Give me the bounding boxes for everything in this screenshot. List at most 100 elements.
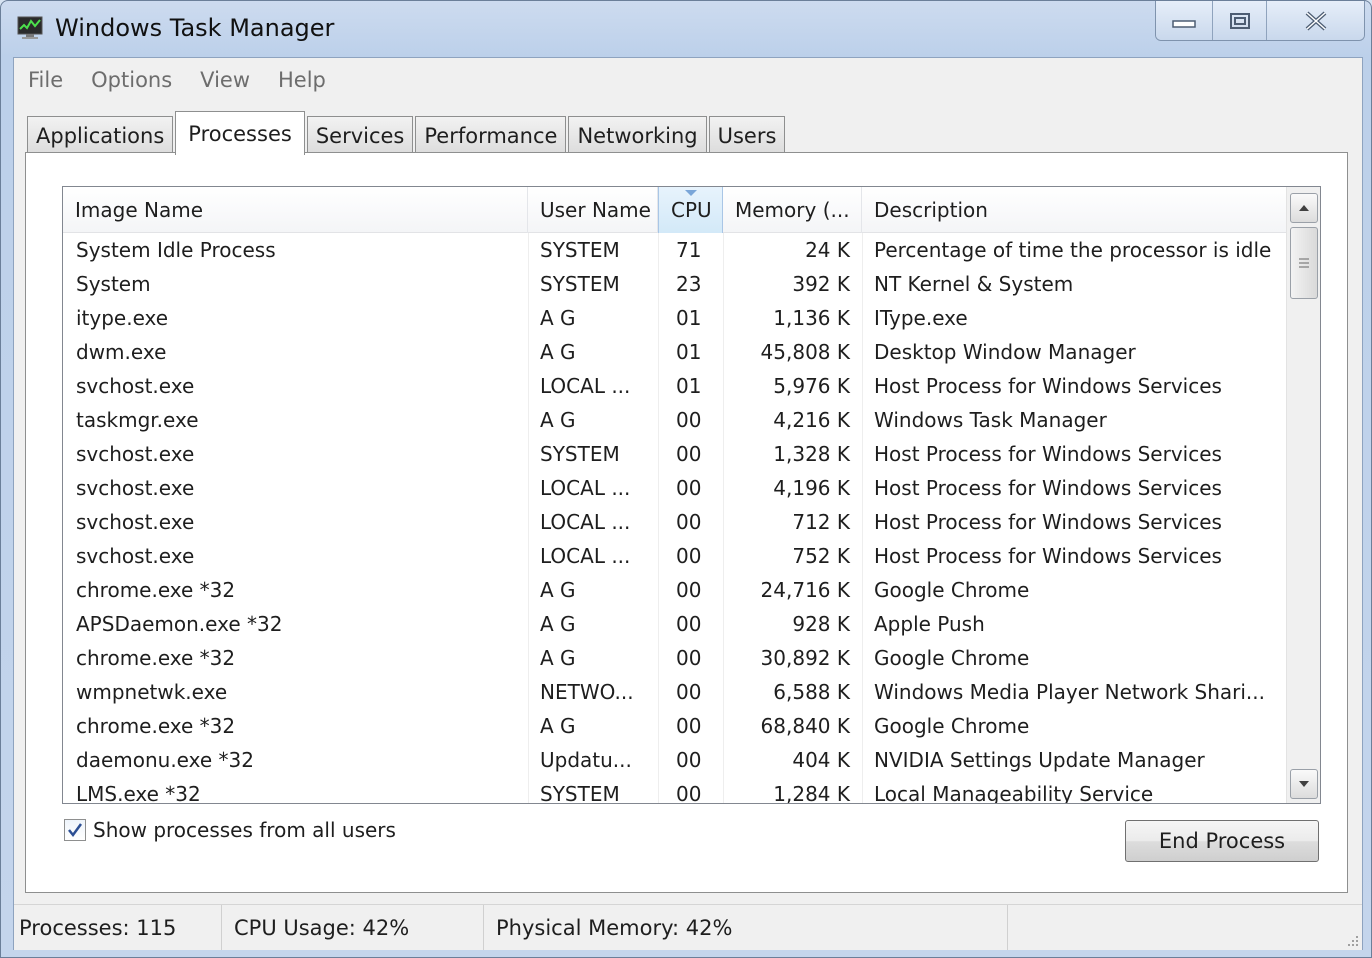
process-cpu: 00 <box>676 748 702 772</box>
process-description: Host Process for Windows Services <box>874 544 1222 568</box>
show-all-users-label: Show processes from all users <box>93 818 396 842</box>
show-all-users-checkbox[interactable] <box>64 819 86 841</box>
tab-networking[interactable]: Networking <box>568 116 707 154</box>
status-cpu-usage: CPU Usage: 42% <box>222 905 484 950</box>
resize-grip-icon[interactable] <box>1345 933 1359 947</box>
process-cpu: 00 <box>676 476 702 500</box>
tab-processes[interactable]: Processes <box>175 111 305 155</box>
process-image-name: taskmgr.exe <box>76 408 199 432</box>
vertical-scrollbar[interactable] <box>1286 187 1320 803</box>
process-user-name: LOCAL ... <box>540 374 631 398</box>
process-memory: 4,216 K <box>773 408 850 432</box>
process-image-name: dwm.exe <box>76 340 167 364</box>
process-description: Local Manageability Service <box>874 782 1154 804</box>
minimize-button[interactable] <box>1156 1 1213 40</box>
process-memory: 6,588 K <box>773 680 850 704</box>
scroll-down-button[interactable] <box>1290 769 1318 799</box>
process-description: Host Process for Windows Services <box>874 374 1222 398</box>
process-user-name: A G <box>540 714 576 738</box>
menu-view[interactable]: View <box>200 68 250 92</box>
table-row[interactable]: System Idle Process SYSTEM 71 24 K Percentag… <box>63 233 1287 267</box>
process-image-name: System Idle Process <box>76 238 276 262</box>
table-row[interactable]: chrome.exe *32 A G 00 30,892 K Google Chrome <box>63 641 1287 675</box>
process-image-name: svchost.exe <box>76 510 195 534</box>
table-row[interactable]: svchost.exe LOCAL ... 00 712 K Host Process … <box>63 505 1287 539</box>
close-icon <box>1305 11 1326 30</box>
client-area: File Options View Help Applications Proc… <box>13 57 1363 950</box>
table-row[interactable]: svchost.exe LOCAL ... 00 4,196 K Host Proces… <box>63 471 1287 505</box>
menu-file[interactable]: File <box>28 68 63 92</box>
maximize-button[interactable] <box>1213 1 1267 40</box>
process-memory: 45,808 K <box>760 340 850 364</box>
column-cpu[interactable]: CPU <box>658 187 723 233</box>
menu-help[interactable]: Help <box>278 68 326 92</box>
process-cpu: 00 <box>676 782 702 804</box>
process-memory: 68,840 K <box>760 714 850 738</box>
end-process-button[interactable]: End Process <box>1125 820 1319 862</box>
scroll-thumb[interactable] <box>1290 227 1318 299</box>
process-memory: 712 K <box>792 510 850 534</box>
tab-services[interactable]: Services <box>306 116 414 154</box>
process-description: Desktop Window Manager <box>874 340 1136 364</box>
table-row[interactable]: System SYSTEM 23 392 K NT Kernel & System <box>63 267 1287 301</box>
close-button[interactable] <box>1267 1 1364 40</box>
process-cpu: 00 <box>676 714 702 738</box>
process-list[interactable]: Image Name User Name CPU Memory (... Des… <box>62 186 1321 804</box>
process-user-name: SYSTEM <box>540 442 620 466</box>
process-cpu: 01 <box>676 340 702 364</box>
show-all-users-option[interactable]: Show processes from all users <box>64 818 396 842</box>
processes-panel: Image Name User Name CPU Memory (... Des… <box>25 152 1348 893</box>
process-cpu: 00 <box>676 510 702 534</box>
menu-options[interactable]: Options <box>91 68 172 92</box>
process-user-name: LOCAL ... <box>540 476 631 500</box>
process-memory: 5,976 K <box>773 374 850 398</box>
table-row[interactable]: svchost.exe LOCAL ... 00 752 K Host Process … <box>63 539 1287 573</box>
column-description[interactable]: Description <box>862 187 1287 233</box>
process-description: Apple Push <box>874 612 985 636</box>
tab-performance[interactable]: Performance <box>415 116 567 154</box>
process-image-name: svchost.exe <box>76 374 195 398</box>
scroll-down-arrow-icon <box>1299 781 1309 787</box>
process-user-name: A G <box>540 578 576 602</box>
table-row[interactable]: dwm.exe A G 01 45,808 K Desktop Window Manag… <box>63 335 1287 369</box>
status-empty <box>1008 905 1362 950</box>
menu-bar: File Options View Help <box>14 58 1362 102</box>
process-description: NVIDIA Settings Update Manager <box>874 748 1205 772</box>
process-memory: 1,328 K <box>773 442 850 466</box>
title-bar[interactable]: Windows Task Manager <box>1 1 1371 57</box>
table-row[interactable]: chrome.exe *32 A G 00 24,716 K Google Chrome <box>63 573 1287 607</box>
process-image-name: itype.exe <box>76 306 169 330</box>
process-description: IType.exe <box>874 306 968 330</box>
process-image-name: chrome.exe *32 <box>76 646 236 670</box>
status-physical-memory: Physical Memory: 42% <box>484 905 1008 950</box>
column-image-name[interactable]: Image Name <box>63 187 528 233</box>
table-row[interactable]: APSDaemon.exe *32 A G 00 928 K Apple Push <box>63 607 1287 641</box>
process-description: Google Chrome <box>874 714 1030 738</box>
table-row[interactable]: chrome.exe *32 A G 00 68,840 K Google Chrome <box>63 709 1287 743</box>
tab-applications[interactable]: Applications <box>27 116 174 154</box>
scroll-up-button[interactable] <box>1290 193 1318 223</box>
process-cpu: 01 <box>676 306 702 330</box>
table-row[interactable]: itype.exe A G 01 1,136 K IType.exe <box>63 301 1287 335</box>
column-user-name[interactable]: User Name <box>528 187 658 233</box>
table-row[interactable]: taskmgr.exe A G 00 4,216 K Windows Task Mana… <box>63 403 1287 437</box>
process-memory: 30,892 K <box>760 646 850 670</box>
table-row[interactable]: svchost.exe SYSTEM 00 1,328 K Host Process f… <box>63 437 1287 471</box>
column-memory[interactable]: Memory (... <box>723 187 862 233</box>
process-description: Windows Media Player Network Shari... <box>874 680 1265 704</box>
table-row[interactable]: LMS.exe *32 SYSTEM 00 1,284 K Local Manageab… <box>63 777 1287 804</box>
process-user-name: Updatu... <box>540 748 632 772</box>
table-row[interactable]: wmpnetwk.exe NETWO... 00 6,588 K Windows Med… <box>63 675 1287 709</box>
process-user-name: A G <box>540 340 576 364</box>
process-memory: 392 K <box>792 272 850 296</box>
process-cpu: 01 <box>676 374 702 398</box>
window-title: Windows Task Manager <box>55 14 335 42</box>
process-user-name: A G <box>540 612 576 636</box>
process-image-name: svchost.exe <box>76 476 195 500</box>
table-row[interactable]: svchost.exe LOCAL ... 01 5,976 K Host Proces… <box>63 369 1287 403</box>
grip-lines-icon <box>1299 258 1309 268</box>
table-row[interactable]: daemonu.exe *32 Updatu... 00 404 K NVIDIA Se… <box>63 743 1287 777</box>
tab-users[interactable]: Users <box>708 116 786 154</box>
process-user-name: SYSTEM <box>540 782 620 804</box>
process-cpu: 00 <box>676 544 702 568</box>
